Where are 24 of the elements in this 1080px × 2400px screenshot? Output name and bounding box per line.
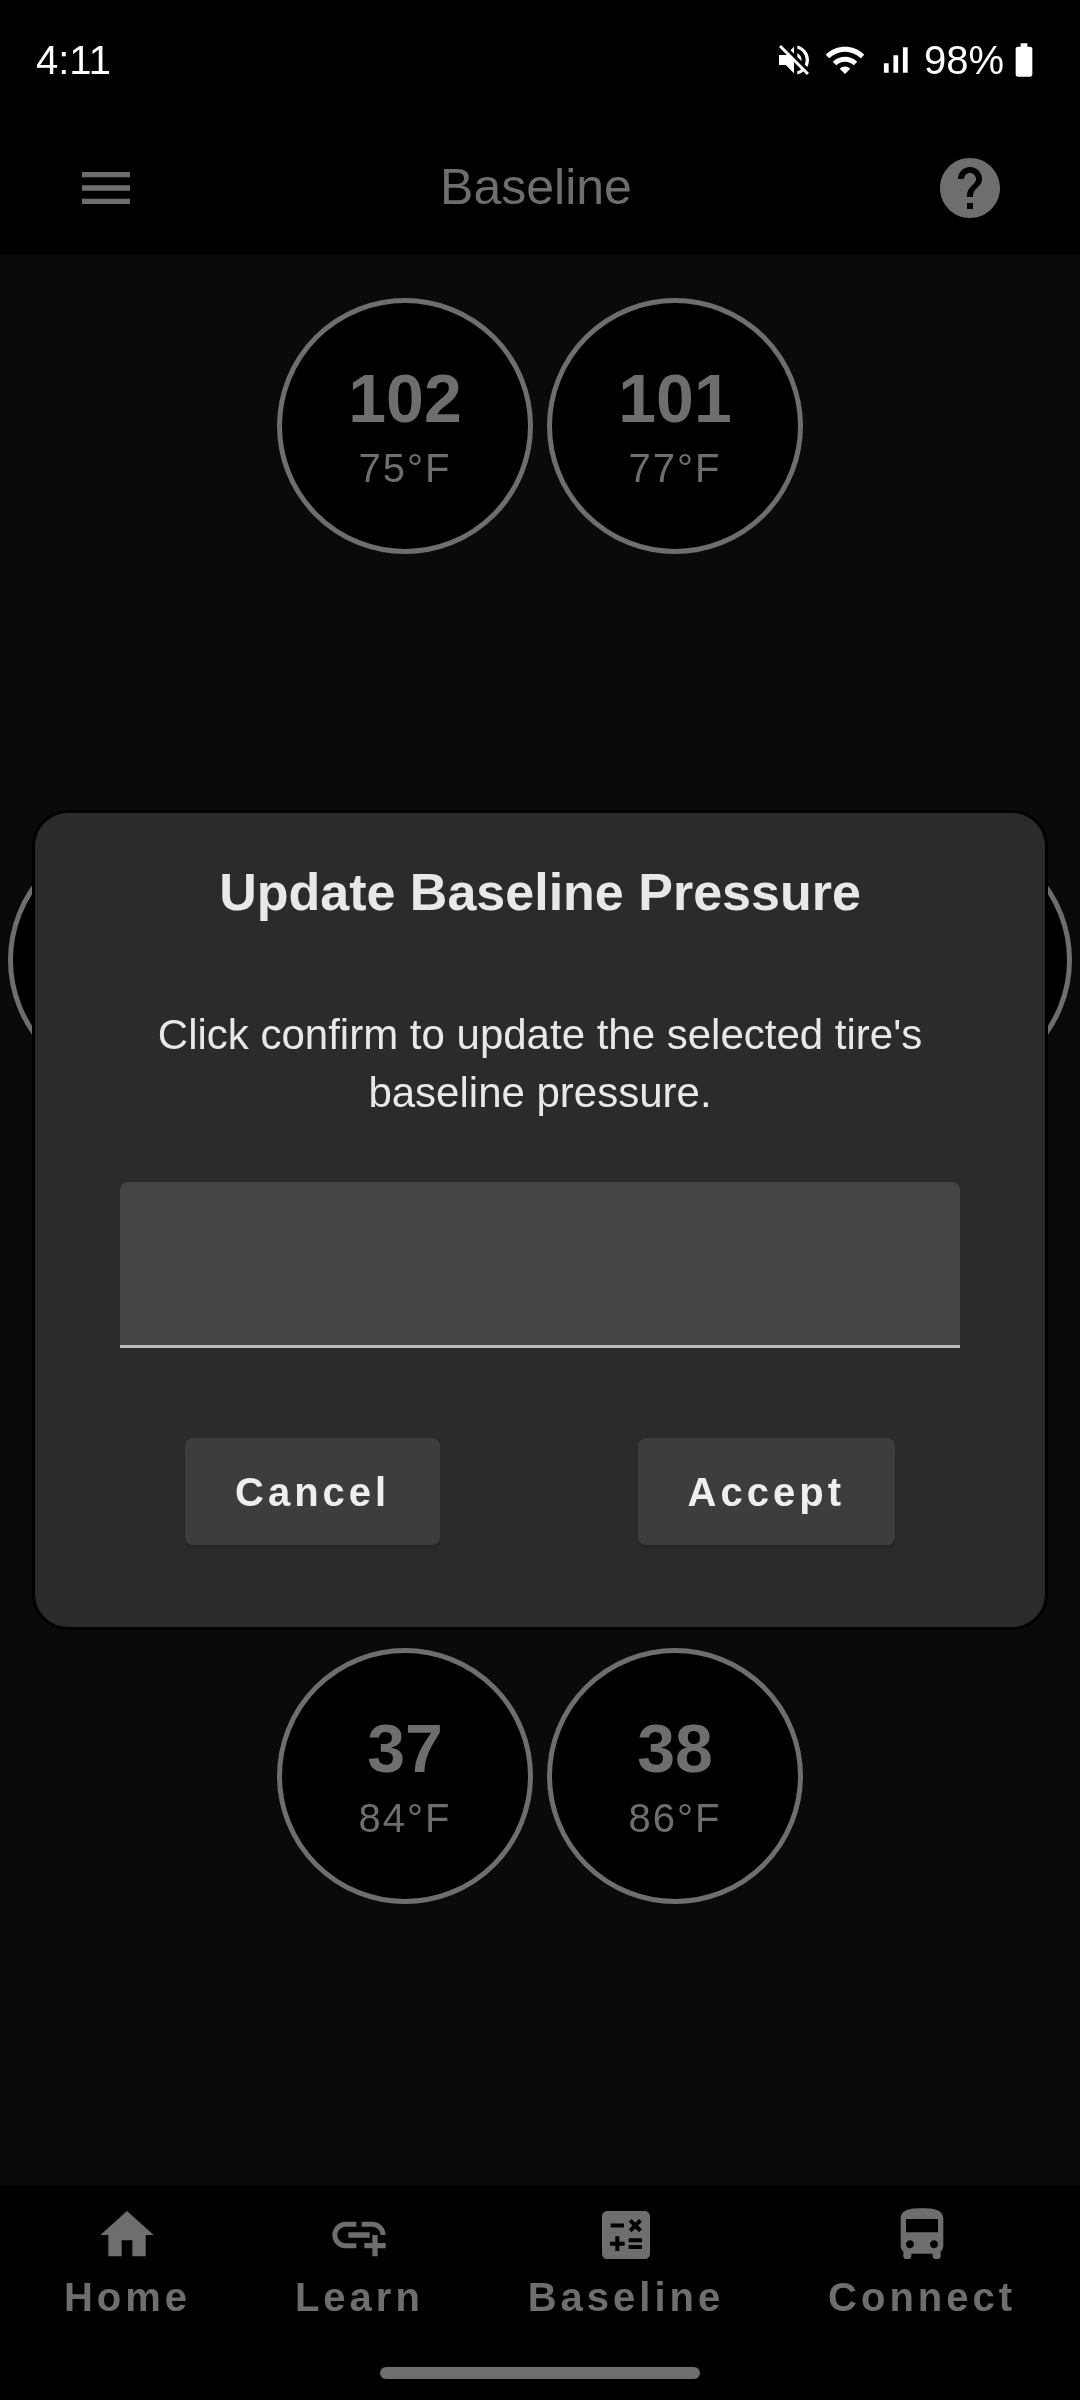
nav-item[interactable]: Learn xyxy=(294,2203,424,2327)
temperature-value: 84°F xyxy=(358,1798,452,1838)
pressure-value: 38 xyxy=(637,1714,713,1782)
temperature-value: 77°F xyxy=(628,448,722,488)
tire-gauge[interactable]: 37 84°F xyxy=(277,1648,533,1904)
dialog-title: Update Baseline Pressure xyxy=(219,862,861,923)
nav-item[interactable]: Home xyxy=(63,2203,192,2327)
nav-item[interactable]: Baseline xyxy=(527,2203,725,2327)
pressure-value: 101 xyxy=(618,364,732,432)
battery-percentage: 98% xyxy=(923,37,1004,84)
status-time: 4:11 xyxy=(36,37,111,84)
tire-gauge[interactable]: 38 86°F xyxy=(547,1648,803,1904)
temperature-value: 75°F xyxy=(358,448,452,488)
dialog-message: Click confirm to update the selected tire's baseline pressure. xyxy=(156,1010,924,1118)
dialog-button[interactable]: Accept xyxy=(637,1438,895,1545)
dialog-button[interactable]: Cancel xyxy=(185,1438,441,1545)
pressure-value: 37 xyxy=(367,1714,443,1782)
tire-gauge[interactable]: 102 75°F xyxy=(277,298,533,554)
input-field[interactable] xyxy=(120,1182,960,1348)
pressure-value: 102 xyxy=(348,364,462,432)
header-title: Baseline xyxy=(440,158,632,217)
tire-gauge[interactable]: 101 77°F xyxy=(547,298,803,554)
temperature-value: 86°F xyxy=(628,1798,722,1838)
nav-item[interactable]: Connect xyxy=(828,2203,1017,2327)
